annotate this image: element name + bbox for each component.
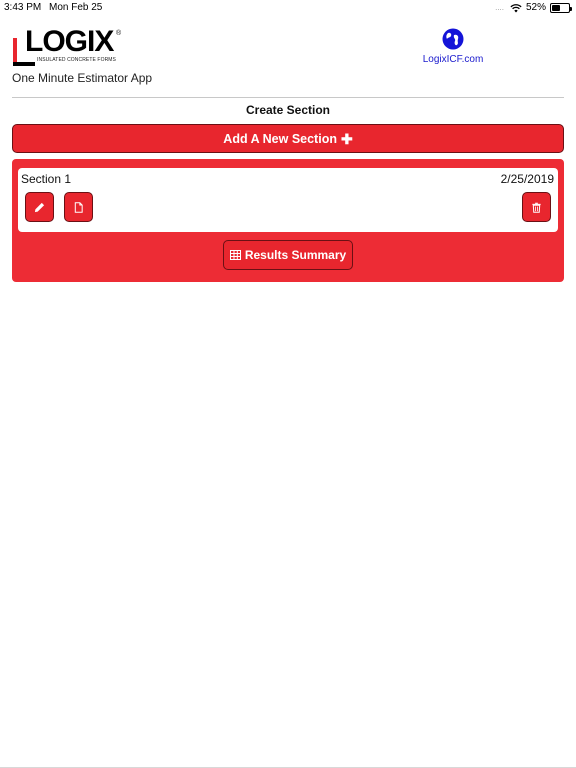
globe-icon (442, 28, 464, 50)
table-icon (229, 250, 241, 260)
battery-level-fill (552, 4, 560, 11)
delete-section-button[interactable] (522, 192, 551, 222)
header-divider (12, 97, 564, 98)
app-name: One Minute Estimator App (12, 71, 153, 85)
sections-panel: Section 1 2/25/2019 Results Summary (12, 159, 564, 282)
logo-tagline: INSULATED CONCRETE FORMS (37, 57, 116, 63)
status-time: 3:43 PM (4, 2, 42, 13)
document-icon (74, 201, 83, 213)
logo-registered-mark: ® (116, 30, 122, 37)
logo-black-bar (13, 62, 35, 66)
battery-icon (550, 2, 572, 13)
battery-percent: 52% (525, 2, 546, 13)
add-section-label: Add A New Section (223, 131, 337, 146)
logix-logo: LOGIX ® INSULATED CONCRETE FORMS (13, 25, 123, 68)
results-summary-label: Results Summary (244, 248, 347, 262)
status-date: Mon Feb 25 (49, 2, 103, 13)
add-section-button[interactable]: Add A New Section ✚ (12, 124, 564, 153)
section-title: Section 1 (21, 172, 72, 186)
plus-icon: ✚ (340, 130, 353, 147)
trash-icon (532, 202, 541, 213)
edit-icon (34, 202, 45, 212)
section-card: Section 1 2/25/2019 (18, 168, 558, 232)
section-date: 2/25/2019 (500, 172, 554, 186)
edit-section-button[interactable] (25, 192, 54, 222)
results-summary-button[interactable]: Results Summary (223, 240, 353, 270)
signal-dots: .... (495, 3, 504, 12)
website-link-label[interactable]: LogixICF.com (423, 54, 484, 65)
status-indicators: .... 52% (495, 2, 572, 13)
website-link[interactable]: LogixICF.com (418, 28, 488, 65)
status-bar: 3:43 PM Mon Feb 25 .... 52% (0, 0, 576, 16)
page-title: Create Section (245, 103, 331, 117)
logo-text: LOGIX (25, 25, 114, 58)
view-section-document-button[interactable] (64, 192, 93, 222)
wifi-icon (510, 3, 522, 12)
